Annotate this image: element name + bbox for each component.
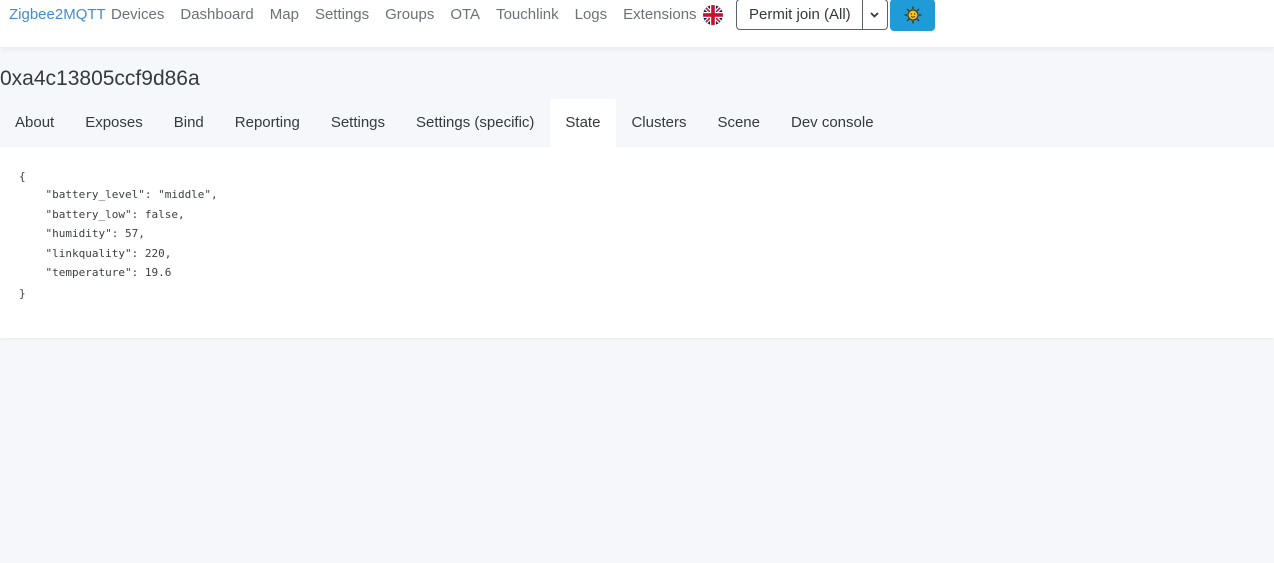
permit-join-dropdown-toggle[interactable] bbox=[862, 0, 888, 30]
tab-settings[interactable]: Settings bbox=[316, 99, 401, 147]
json-line: } bbox=[19, 287, 26, 300]
nav-devices[interactable]: Devices bbox=[111, 6, 164, 24]
tab-exposes[interactable]: Exposes bbox=[70, 99, 159, 147]
nav-links: Devices Dashboard Map Settings Groups OT… bbox=[111, 6, 713, 24]
tab-state[interactable]: State bbox=[550, 99, 617, 147]
theme-toggle-button[interactable] bbox=[890, 0, 935, 31]
json-line: { bbox=[19, 170, 26, 183]
nav-dashboard[interactable]: Dashboard bbox=[180, 6, 253, 24]
tab-bind[interactable]: Bind bbox=[159, 99, 220, 147]
json-line: "humidity": 57, bbox=[19, 227, 145, 240]
nav-extensions[interactable]: Extensions bbox=[623, 6, 696, 24]
device-tabs: About Exposes Bind Reporting Settings Se… bbox=[0, 99, 890, 147]
tab-settings-specific[interactable]: Settings (specific) bbox=[401, 99, 550, 147]
nav-map[interactable]: Map bbox=[270, 6, 299, 24]
json-line: "linkquality": 220, bbox=[19, 247, 172, 260]
tab-scene[interactable]: Scene bbox=[702, 99, 776, 147]
nav-ota[interactable]: OTA bbox=[450, 6, 480, 24]
nav-touchlink[interactable]: Touchlink bbox=[496, 6, 559, 24]
tab-about[interactable]: About bbox=[0, 99, 70, 147]
nav-logs[interactable]: Logs bbox=[575, 6, 608, 24]
nav-groups[interactable]: Groups bbox=[385, 6, 434, 24]
uk-flag-icon[interactable] bbox=[703, 5, 723, 25]
permit-join-button[interactable]: Permit join (All) bbox=[736, 0, 863, 30]
json-line: "battery_low": false, bbox=[19, 208, 185, 221]
json-line: "temperature": 19.6 bbox=[19, 266, 172, 279]
brand-link[interactable]: Zigbee2MQTT bbox=[9, 6, 106, 24]
top-navbar: Zigbee2MQTT Devices Dashboard Map Settin… bbox=[0, 0, 1274, 48]
tab-dev-console[interactable]: Dev console bbox=[776, 99, 890, 147]
nav-settings[interactable]: Settings bbox=[315, 6, 369, 24]
tab-reporting[interactable]: Reporting bbox=[220, 99, 316, 147]
chevron-down-icon bbox=[870, 11, 879, 18]
device-title: 0xa4c13805ccf9d86a bbox=[0, 67, 200, 90]
json-line: "battery_level": "middle", bbox=[19, 188, 218, 201]
state-panel: { "battery_level": "middle", "battery_lo… bbox=[0, 147, 1274, 338]
sun-icon bbox=[904, 6, 921, 24]
tab-clusters[interactable]: Clusters bbox=[616, 99, 702, 147]
permit-join-group: Permit join (All) bbox=[736, 0, 888, 30]
